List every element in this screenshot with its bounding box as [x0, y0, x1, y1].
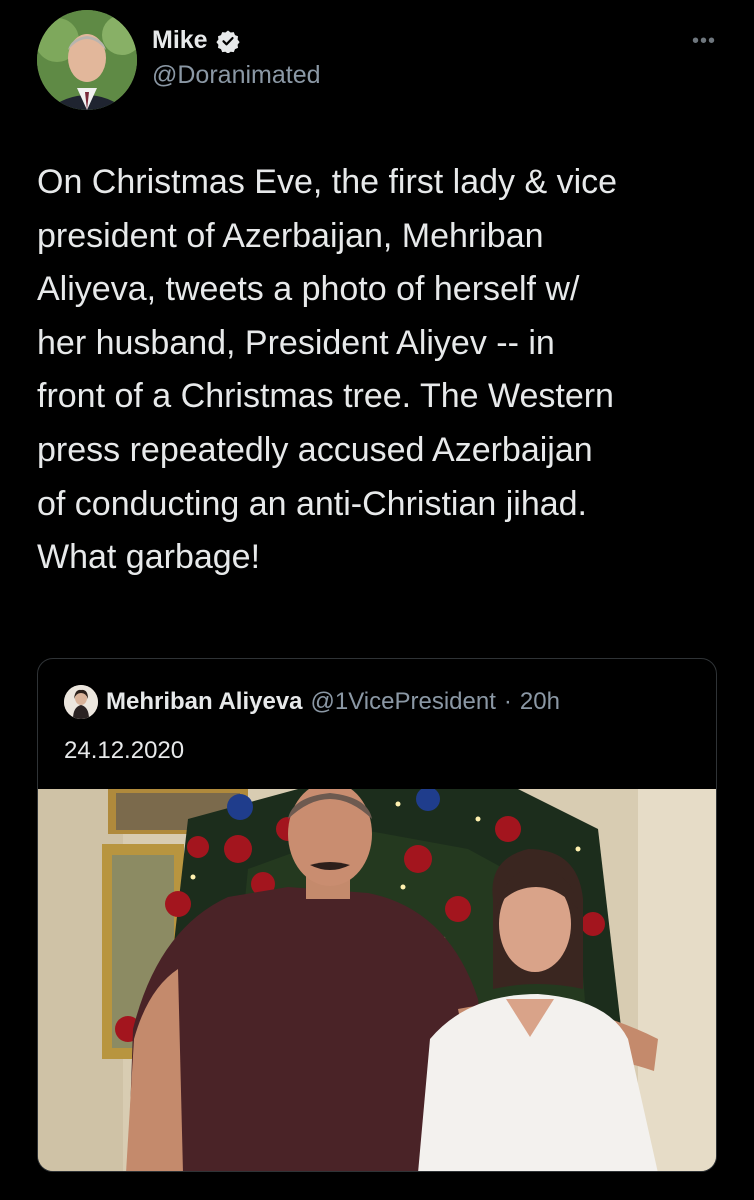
quoted-author-handle: @1VicePresident [310, 688, 496, 715]
more-options-icon[interactable]: ••• [692, 30, 716, 53]
quoted-tweet-header: Mehriban Aliyeva @1VicePresident · 20h [64, 685, 560, 719]
quoted-tweet[interactable]: Mehriban Aliyeva @1VicePresident · 20h 2… [37, 658, 717, 1172]
verified-badge-icon [215, 30, 240, 53]
quoted-author-avatar-image [64, 685, 98, 719]
author-name-row: Mike [152, 26, 240, 55]
author-name[interactable]: Mike [152, 26, 208, 55]
quoted-author-name: Mehriban Aliyeva [106, 688, 303, 715]
separator-dot: · [503, 688, 512, 715]
tweet-text: On Christmas Eve, the first lady & vice … [37, 163, 618, 577]
author-avatar[interactable] [37, 10, 137, 110]
author-avatar-image [37, 10, 137, 110]
quoted-timestamp: 20h [519, 688, 560, 715]
quoted-tweet-text: 24.12.2020 [64, 737, 185, 764]
author-handle[interactable]: @Doranimated [152, 61, 321, 90]
quoted-author-avatar [64, 685, 98, 719]
quoted-tweet-photo[interactable] [38, 789, 717, 1172]
